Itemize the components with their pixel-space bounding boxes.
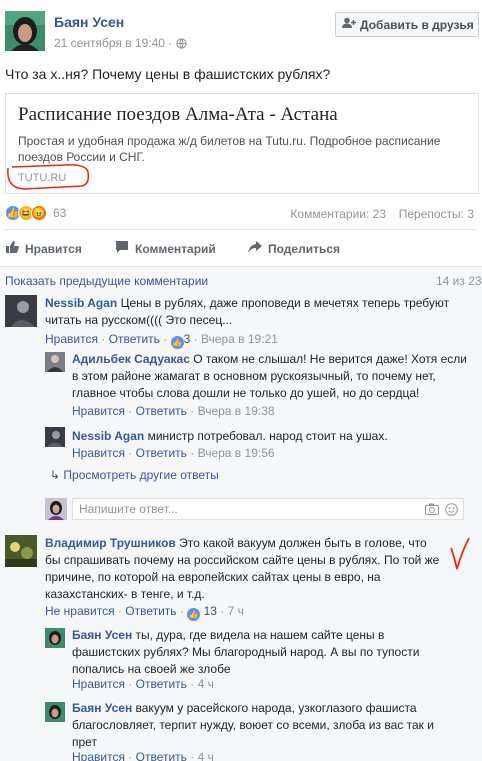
comment-body: Владимир Трушников Это какой вакуум долж… (45, 535, 445, 603)
like-count-icon: 👍 (170, 336, 184, 349)
comment-button[interactable]: Комментарий (115, 240, 216, 257)
reply-avatar[interactable] (45, 352, 65, 372)
comment-time[interactable]: 7 ч (228, 604, 244, 618)
reply-time[interactable]: 4 ч (198, 750, 214, 761)
commenter-avatar[interactable] (5, 295, 37, 327)
comment-reply-link[interactable]: Ответить (109, 332, 160, 346)
reply-avatar[interactable] (45, 702, 65, 722)
reply-body: Баян Усен ты, дура, где видела на нашем … (72, 627, 422, 678)
reply-body: Адильбек Садуакас О таком не слышал! Не … (72, 351, 472, 402)
author-avatar[interactable] (5, 11, 45, 51)
reply-time[interactable]: Вчера в 19:56 (198, 446, 275, 460)
reply-actions: Нравится · Ответить · Вчера в 19:56 (72, 446, 275, 460)
divider (0, 266, 482, 267)
comment-unlike-link[interactable]: Не нравится (45, 604, 115, 618)
reply-avatar[interactable] (45, 427, 65, 447)
my-avatar (45, 498, 67, 520)
comment-actions: Нравится · Ответить · 👍 3 · Вчера в 19:21 (45, 332, 278, 349)
comment-reply-link[interactable]: Ответить (125, 604, 176, 618)
like-icon (5, 240, 19, 257)
post-text: Что за х..ня? Почему цены в фашистских р… (5, 66, 331, 82)
comment-like-count[interactable]: 13 (204, 604, 217, 618)
reply-input[interactable]: Напишите ответ... (72, 498, 464, 520)
reactions-summary[interactable]: 👍 😆 😠 63 (5, 205, 66, 221)
reply-like-link[interactable]: Нравится (72, 677, 125, 691)
reply-reply-link[interactable]: Ответить (136, 677, 187, 691)
reply-body: Баян Усен вакуум у расейского народа, уз… (72, 700, 442, 751)
reply-like-link[interactable]: Нравится (72, 404, 125, 418)
comment-body: Nessib Agan Цены в рублях, даже проповед… (45, 295, 473, 329)
reply-text: министр потребовал. народ стоит на ушах. (144, 429, 388, 443)
red-circle-annotation (7, 164, 90, 190)
post-author-name[interactable]: Баян Усен (54, 14, 124, 30)
reply-like-link[interactable]: Нравится (72, 750, 125, 761)
reply-body: Nessib Agan министр потребовал. народ ст… (72, 428, 472, 445)
like-count-icon: 👍 (187, 608, 201, 621)
reply-author[interactable]: Nessib Agan (72, 429, 144, 443)
reply-actions: Нравится · Ответить · 4 ч (72, 677, 214, 691)
reply-time[interactable]: Вчера в 19:38 (198, 404, 275, 418)
comment-author[interactable]: Владимир Трушников (45, 536, 176, 550)
angry-reaction-icon: 😠 (31, 205, 47, 221)
add-friend-button[interactable]: Добавить в друзья (335, 12, 479, 37)
post-timestamp[interactable]: 21 сентября в 19:40 · (54, 36, 187, 52)
reply-avatar[interactable] (45, 628, 65, 648)
share-icon (248, 240, 262, 257)
camera-icon[interactable] (425, 503, 439, 518)
globe-icon (176, 38, 187, 52)
reply-time[interactable]: 4 ч (198, 677, 214, 691)
emoji-icon[interactable] (445, 503, 458, 519)
add-friend-icon (342, 17, 356, 32)
reply-actions: Нравится · Ответить · Вчера в 19:38 (72, 404, 275, 418)
reactions-count: 63 (53, 206, 67, 220)
reply-author[interactable]: Баян Усен (72, 701, 132, 715)
link-card-description: Простая и удобная продажа ж/д билетов на… (18, 134, 441, 164)
reply-reply-link[interactable]: Ответить (136, 404, 187, 418)
link-preview-card[interactable]: Расписание поездов Алма-Ата - Астана Про… (5, 93, 479, 194)
post-stats: Комментарии: 23 Перепосты: 3 (290, 207, 474, 221)
share-button[interactable]: Поделиться (248, 240, 340, 257)
comment-like-link[interactable]: Нравится (45, 332, 98, 346)
reply-reply-link[interactable]: Ответить (136, 750, 187, 761)
comments-count[interactable]: Комментарии: 23 (290, 207, 386, 221)
show-previous-comments-link[interactable]: Показать предыдущие комментарии (5, 274, 208, 288)
commenter-avatar[interactable] (5, 535, 37, 567)
reply-author[interactable]: Адильбек Садуакас (72, 352, 190, 366)
comment-icon (115, 240, 129, 257)
more-replies-link[interactable]: ↳ Просмотреть другие ответы (50, 468, 219, 482)
reply-like-link[interactable]: Нравится (72, 446, 125, 460)
comment-author[interactable]: Nessib Agan (45, 296, 117, 310)
comments-counter: 14 из 23 (436, 274, 482, 288)
reply-arrow-icon: ↳ (50, 468, 61, 482)
reply-author[interactable]: Баян Усен (72, 628, 132, 642)
like-button[interactable]: Нравится (5, 240, 82, 257)
reply-reply-link[interactable]: Ответить (136, 446, 187, 460)
comment-time[interactable]: Вчера в 19:21 (201, 332, 278, 346)
comment-actions: Не нравится · Ответить · 👍 13 · 7 ч (45, 604, 244, 621)
reply-actions: Нравится · Ответить · 4 ч (72, 750, 214, 761)
divider (5, 229, 477, 230)
red-checkmark-annotation (450, 537, 470, 570)
link-card-title[interactable]: Расписание поездов Алма-Ата - Астана (18, 104, 338, 126)
shares-count[interactable]: Перепосты: 3 (399, 207, 474, 221)
